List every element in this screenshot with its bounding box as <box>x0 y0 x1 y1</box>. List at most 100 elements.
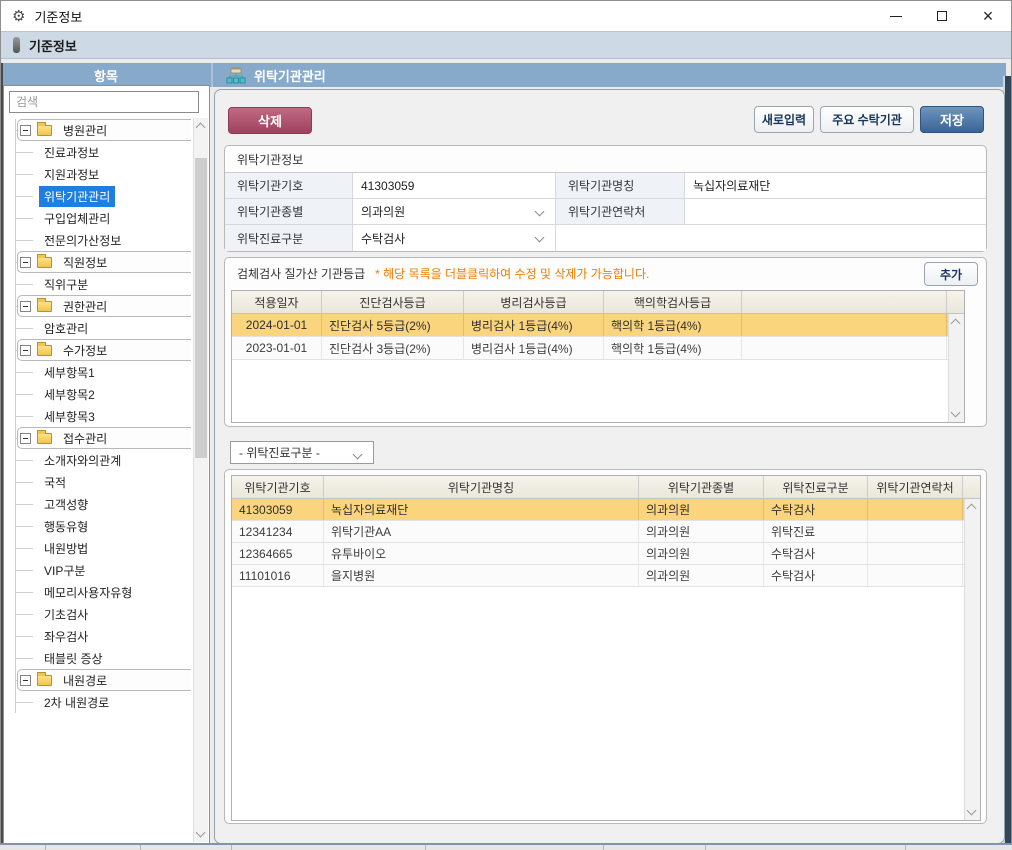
collapse-icon[interactable] <box>20 301 31 312</box>
search-input[interactable] <box>9 91 199 113</box>
sidebar-item-세부항목2[interactable]: 세부항목2 <box>16 383 191 405</box>
filter-value: - 위탁진료구분 - <box>239 444 320 461</box>
table-cell: 41303059 <box>232 499 324 520</box>
tree-group[interactable]: 접수관리 <box>17 427 191 449</box>
sidebar-item-태블릿 증상[interactable]: 태블릿 증상 <box>16 647 191 669</box>
sidebar-item-내원방법[interactable]: 내원방법 <box>16 537 191 559</box>
tree-connector <box>16 218 33 219</box>
sidebar-item-2차 내원경로[interactable]: 2차 내원경로 <box>16 691 191 713</box>
org-table-scrollbar[interactable] <box>964 499 980 820</box>
header-band: 항목 위탁기관관리 <box>1 63 1006 87</box>
tree-item-label: 세부항목3 <box>39 406 100 427</box>
sidebar-item-VIP구분[interactable]: VIP구분 <box>16 559 191 581</box>
sidebar-item-기초검사[interactable]: 기초검사 <box>16 603 191 625</box>
tree-group[interactable]: 권한관리 <box>17 295 191 317</box>
tree-group[interactable]: 병원관리 <box>17 119 191 141</box>
sidebar-item-위탁기관관리[interactable]: 위탁기관관리 <box>16 185 191 207</box>
column-header[interactable]: 위탁기관종별 <box>639 476 764 498</box>
table-row[interactable]: 2024-01-01진단검사 5등급(2%)병리검사 1등급(4%)핵의학 1등… <box>232 314 964 337</box>
category-filter-combobox[interactable]: - 위탁진료구분 - <box>230 441 374 464</box>
table-cell: 녹십자의료재단 <box>324 499 639 520</box>
collapse-icon[interactable] <box>20 257 31 268</box>
tree-group[interactable]: 수가정보 <box>17 339 191 361</box>
sidebar-item-지원과정보[interactable]: 지원과정보 <box>16 163 191 185</box>
tree-group[interactable]: 직원정보 <box>17 251 191 273</box>
sidebar-item-좌우검사[interactable]: 좌우검사 <box>16 625 191 647</box>
maximize-button[interactable] <box>919 1 965 31</box>
column-header[interactable]: 적용일자 <box>232 291 322 313</box>
table-row[interactable]: 41303059녹십자의료재단의과의원수탁검사 <box>232 499 980 521</box>
grade-table-scrollbar[interactable] <box>948 314 964 422</box>
main-panel: 삭제 새로입력 주요 수탁기관 저장 위탁기관정보 위탁기관기호 4130305… <box>214 89 1005 844</box>
type-combobox[interactable]: 의과의원 <box>353 199 556 225</box>
code-label: 위탁기관기호 <box>225 173 353 199</box>
sidebar-item-고객성향[interactable]: 고객성향 <box>16 493 191 515</box>
column-header[interactable]: 위탁기관기호 <box>232 476 324 498</box>
column-header[interactable]: 진단검사등급 <box>322 291 464 313</box>
tree-item-label: 기초검사 <box>39 604 93 625</box>
scroll-up-icon[interactable] <box>967 504 977 514</box>
column-header[interactable]: 병리검사등급 <box>464 291 604 313</box>
sidebar-item-암호관리[interactable]: 암호관리 <box>16 317 191 339</box>
major-institution-button[interactable]: 주요 수탁기관 <box>820 106 914 133</box>
category-combobox[interactable]: 수탁검사 <box>353 225 556 251</box>
collapse-icon[interactable] <box>20 433 31 444</box>
contact-field[interactable] <box>685 199 986 225</box>
table-cell: 수탁검사 <box>764 499 868 520</box>
column-header[interactable]: 핵의학검사등급 <box>604 291 742 313</box>
table-cell: 병리검사 1등급(4%) <box>464 337 604 359</box>
sidebar-item-직위구분[interactable]: 직위구분 <box>16 273 191 295</box>
sidebar-item-세부항목3[interactable]: 세부항목3 <box>16 405 191 427</box>
delete-button[interactable]: 삭제 <box>228 107 312 134</box>
sidebar-item-구입업체관리[interactable]: 구입업체관리 <box>16 207 191 229</box>
table-row[interactable]: 11101016을지병원의과의원수탁검사 <box>232 565 980 587</box>
sidebar-item-진료과정보[interactable]: 진료과정보 <box>16 141 191 163</box>
table-cell: 핵의학 1등급(4%) <box>604 314 742 336</box>
tree-group[interactable]: 내원경로 <box>17 669 191 691</box>
new-entry-button[interactable]: 새로입력 <box>754 106 814 133</box>
minimize-icon <box>890 16 902 17</box>
minimize-button[interactable] <box>873 1 919 31</box>
sidebar-item-전문의가산정보[interactable]: 전문의가산정보 <box>16 229 191 251</box>
table-cell: 수탁검사 <box>764 565 868 586</box>
scroll-up-icon[interactable] <box>196 123 206 133</box>
sub-header-title: 기준정보 <box>29 36 77 55</box>
folder-icon <box>37 125 52 136</box>
grade-section-title: 검체검사 질가산 기관등급 <box>237 265 365 282</box>
table-row[interactable]: 12341234위탁기관AA의과의원위탁진료 <box>232 521 980 543</box>
column-header[interactable] <box>742 291 947 313</box>
folder-icon <box>37 675 52 686</box>
close-button[interactable]: × <box>965 1 1011 31</box>
column-header[interactable]: 위탁기관연락처 <box>868 476 963 498</box>
sidebar-item-세부항목1[interactable]: 세부항목1 <box>16 361 191 383</box>
code-field[interactable]: 41303059 <box>353 173 556 199</box>
title-bar: ⚙ 기준정보 × <box>1 1 1011 31</box>
scroll-down-icon[interactable] <box>951 408 961 418</box>
table-row[interactable]: 2023-01-01진단검사 3등급(2%)병리검사 1등급(4%)핵의학 1등… <box>232 337 964 360</box>
name-field[interactable]: 녹십자의료재단 <box>685 173 986 199</box>
table-cell: 의과의원 <box>639 521 764 542</box>
tree-item-label: 세부항목1 <box>39 362 100 383</box>
window-controls: × <box>873 1 1011 31</box>
tree-connector <box>16 196 33 197</box>
category-label: 위탁진료구분 <box>225 225 353 251</box>
scroll-down-icon[interactable] <box>196 828 206 838</box>
tree-item-label: 세부항목2 <box>39 384 100 405</box>
table-row[interactable]: 12364665유투바이오의과의원수탁검사 <box>232 543 980 565</box>
folder-icon <box>37 301 52 312</box>
scroll-down-icon[interactable] <box>967 806 977 816</box>
column-header[interactable]: 위탁진료구분 <box>764 476 868 498</box>
column-header[interactable]: 위탁기관명칭 <box>324 476 639 498</box>
add-button[interactable]: 추가 <box>924 262 978 286</box>
save-button[interactable]: 저장 <box>920 106 984 133</box>
sidebar-scrollbar[interactable] <box>193 118 208 842</box>
collapse-icon[interactable] <box>20 675 31 686</box>
collapse-icon[interactable] <box>20 345 31 356</box>
sidebar-item-소개자와의관계[interactable]: 소개자와의관계 <box>16 449 191 471</box>
sidebar-item-메모리사용자유형[interactable]: 메모리사용자유형 <box>16 581 191 603</box>
sidebar-item-국적[interactable]: 국적 <box>16 471 191 493</box>
scroll-up-icon[interactable] <box>951 319 961 329</box>
scrollbar-thumb[interactable] <box>195 158 207 458</box>
sidebar-item-행동유형[interactable]: 행동유형 <box>16 515 191 537</box>
collapse-icon[interactable] <box>20 125 31 136</box>
